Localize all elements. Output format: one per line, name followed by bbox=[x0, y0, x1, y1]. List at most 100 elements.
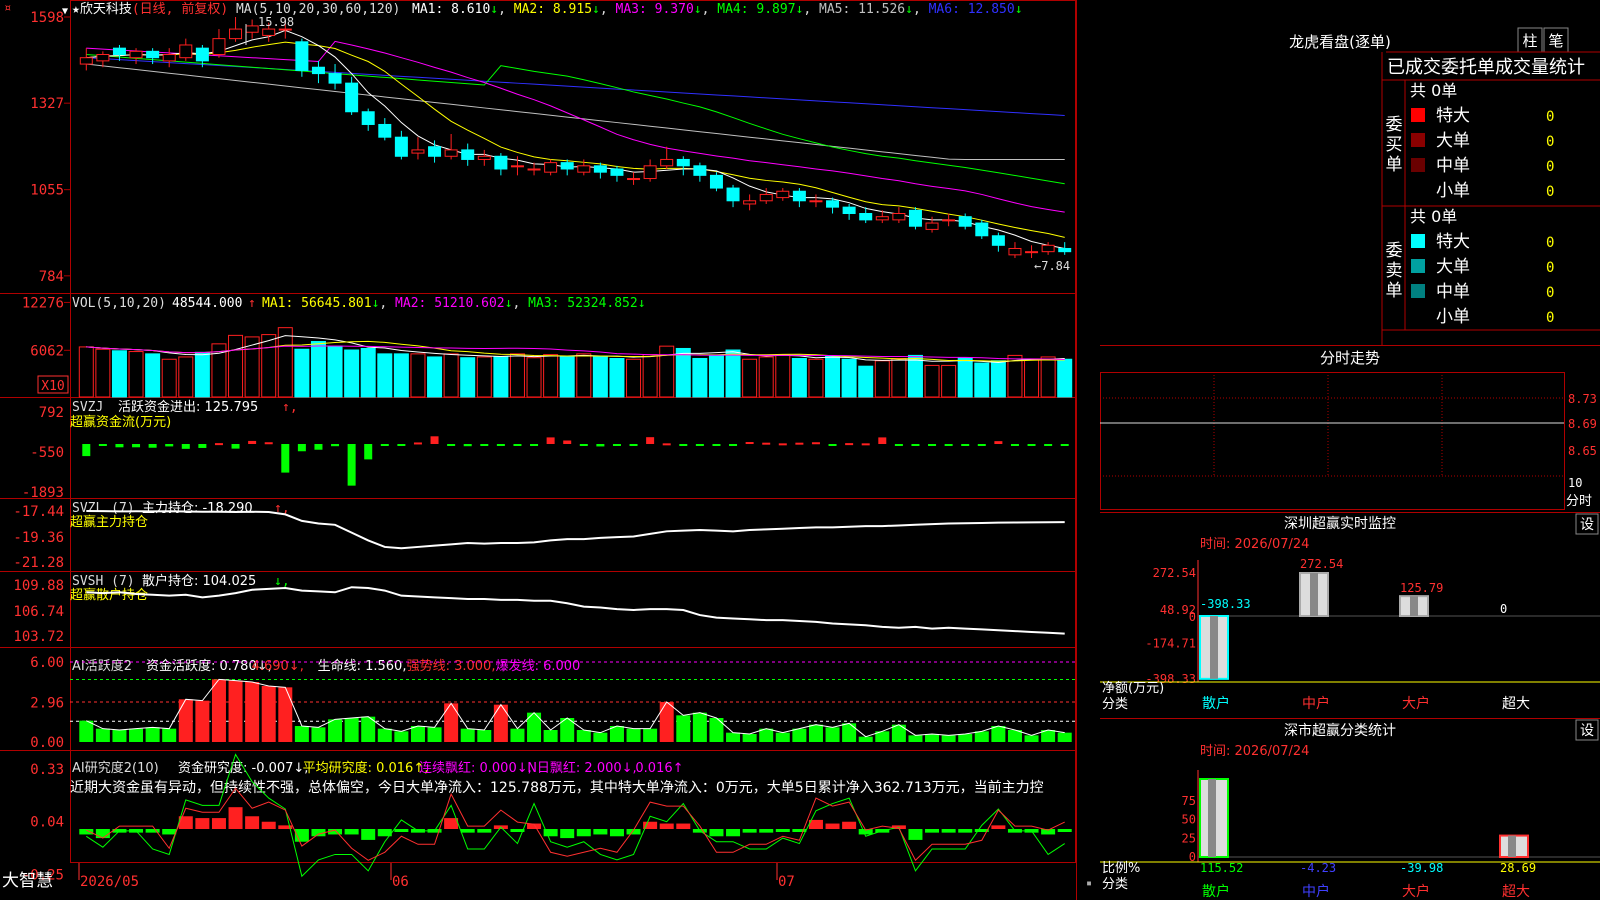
vol-tick-label: 12276 bbox=[22, 295, 64, 311]
ai1-bar bbox=[659, 702, 674, 742]
sz-tick: 272.54 bbox=[1153, 566, 1196, 580]
ai1-legend-part: 4.690↓, bbox=[252, 659, 304, 674]
ai1-bar bbox=[245, 682, 260, 742]
trend-arrow: ↑ bbox=[248, 296, 256, 311]
kline-chart-panel[interactable]: ¤ ▼ ★欣天科技(日线, 前复权) MA(5,10,20,30,60,120) MA… bbox=[0, 0, 1100, 900]
header-part: MA(5,10,20,30,60,120) bbox=[228, 2, 400, 17]
volume-bar bbox=[145, 353, 161, 398]
svzj-bar bbox=[811, 442, 820, 445]
sell-row-value: 0 bbox=[1546, 235, 1554, 251]
candle-body bbox=[991, 235, 1005, 246]
svzl-label: 主力持仓: -18.290 bbox=[142, 501, 253, 516]
candle-body bbox=[593, 165, 607, 173]
price-header: ★欣天科技(日线, 前复权) MA(5,10,20,30,60,120) bbox=[72, 1, 400, 17]
volume-bar bbox=[327, 345, 343, 398]
svsh-tick-label: 109.88 bbox=[13, 578, 64, 594]
trend-arrow: ↓ bbox=[638, 296, 646, 311]
ai1-bar bbox=[643, 728, 658, 742]
volume-bar bbox=[95, 348, 111, 398]
sell-row-name: 小单 bbox=[1436, 307, 1470, 327]
svzj-bar bbox=[480, 444, 489, 446]
ai1-bar bbox=[344, 718, 359, 742]
vol-ma-legend-part: MA2: 51210.602 bbox=[387, 296, 504, 311]
svzj-bar bbox=[778, 443, 787, 446]
ss-value-label: -39.98 bbox=[1400, 861, 1443, 875]
ai1-bar bbox=[377, 728, 392, 742]
ai2-bar bbox=[79, 829, 94, 835]
vertical-label-char: 卖 bbox=[1386, 261, 1403, 281]
buy-row-name: 小单 bbox=[1436, 181, 1470, 201]
candle-body bbox=[875, 216, 889, 221]
candle-body bbox=[958, 216, 972, 227]
volume-bar bbox=[393, 353, 409, 398]
price-tick-label: 1055 bbox=[30, 183, 64, 199]
ai1-tick-label: 6.00 bbox=[30, 655, 64, 671]
svzj-bar bbox=[82, 444, 91, 457]
high-price-label: 15.98 bbox=[258, 15, 294, 29]
svzl-tick-label: -19.36 bbox=[13, 530, 64, 546]
price-tick-label: 1598 bbox=[30, 10, 64, 26]
svzj-bar bbox=[795, 442, 804, 445]
candle-body bbox=[510, 165, 524, 168]
ss-cat: 超大 bbox=[1502, 884, 1530, 900]
brand-label: 大智慧 bbox=[2, 871, 53, 891]
ai1-bar bbox=[808, 724, 823, 742]
ai1-bar bbox=[974, 731, 989, 742]
ai1-tick-label: 2.96 bbox=[30, 696, 64, 712]
svzj-bar bbox=[297, 444, 306, 452]
volume-bar bbox=[791, 357, 807, 398]
volume-bar bbox=[1024, 359, 1040, 398]
svsh-label: 散户持仓: 104.025 bbox=[142, 573, 256, 589]
svsh-subtitle: 超赢散户持仓 bbox=[70, 587, 148, 603]
ai1-bar bbox=[211, 679, 226, 742]
ma-legend-part: MA5: 11.526 bbox=[811, 2, 905, 17]
ai2-summary-text: 近期大资金虽有异动，但持续性不强，总体偏空，今日大单净流入：125.788万元，… bbox=[70, 779, 1044, 796]
svzj-bar bbox=[944, 444, 953, 446]
svzj-bar bbox=[1027, 444, 1036, 446]
vol-ma-legend-part: MA1: 56645.801 bbox=[262, 296, 372, 311]
svzj-tick-label: 792 bbox=[39, 405, 64, 421]
svzj-bar bbox=[347, 444, 356, 486]
candle-body bbox=[278, 28, 292, 31]
ma-legend: MA1: 8.610↓, MA2: 8.915↓, MA3: 9.370↓, M… bbox=[412, 2, 1023, 17]
candle-body bbox=[378, 123, 392, 138]
svzj-bar bbox=[762, 442, 771, 445]
fenshi-unit: 分时 bbox=[1566, 494, 1592, 509]
ai2-bar bbox=[709, 829, 724, 837]
vertical-label-char: 单 bbox=[1386, 155, 1403, 175]
volume-bar bbox=[576, 353, 592, 398]
volume-bar bbox=[775, 354, 791, 398]
ai1-bar bbox=[676, 715, 691, 742]
volume-bar bbox=[443, 353, 459, 398]
candle-body bbox=[461, 149, 475, 160]
sz-cat: 散户 bbox=[1202, 695, 1230, 712]
sell-swatch bbox=[1411, 309, 1425, 323]
ai2-bar bbox=[477, 829, 492, 833]
ai2-bar bbox=[792, 829, 807, 832]
volume-bar bbox=[526, 357, 542, 398]
ai1-legend-part: 强势线: 3.000, bbox=[407, 658, 496, 674]
svzj-bar bbox=[413, 442, 422, 445]
buy-swatch bbox=[1411, 158, 1425, 172]
candle-body bbox=[527, 168, 541, 171]
candle-body bbox=[709, 174, 723, 189]
ai1-bar bbox=[228, 680, 243, 742]
volume-bar bbox=[891, 357, 907, 398]
separator: , bbox=[803, 2, 811, 17]
svzj-bar bbox=[845, 443, 854, 446]
candle-body bbox=[494, 155, 508, 170]
svzj-bar bbox=[314, 444, 323, 450]
candle-body bbox=[759, 193, 773, 202]
sell-swatch bbox=[1411, 284, 1425, 298]
svzj-bar bbox=[496, 444, 505, 446]
volume-bar bbox=[78, 346, 94, 398]
ss-title: 深市超赢分类统计 bbox=[1284, 722, 1396, 739]
svzj-bar bbox=[961, 444, 970, 446]
ss-cat: 散户 bbox=[1202, 883, 1230, 900]
ai1-bar bbox=[278, 687, 293, 742]
volume-bar bbox=[874, 360, 890, 398]
candle-body bbox=[328, 73, 342, 84]
ai1-bar bbox=[444, 703, 459, 742]
ai2-bar bbox=[228, 807, 243, 829]
ai1-bar bbox=[195, 700, 210, 742]
